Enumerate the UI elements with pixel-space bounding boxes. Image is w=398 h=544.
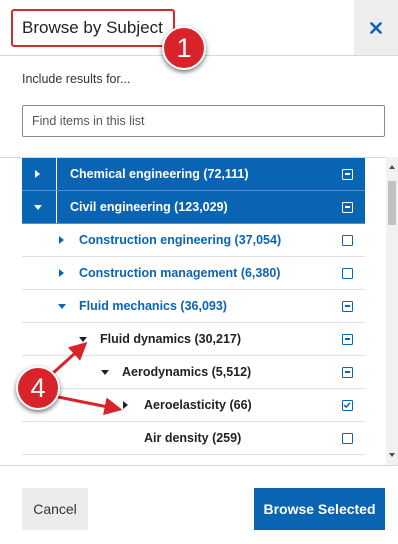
scroll-up-arrow-icon[interactable] xyxy=(389,165,395,169)
scroll-thumb[interactable] xyxy=(388,181,396,225)
tree-row[interactable]: Air density (259) xyxy=(22,422,365,455)
scroll-down-arrow-icon[interactable] xyxy=(389,453,395,457)
subject-tree: Chemical engineering (72,111) Civil engin… xyxy=(0,157,398,465)
unchecked-checkbox[interactable] xyxy=(342,235,353,246)
annotation-badge-4: 4 xyxy=(16,366,60,410)
title-highlight-box: Browse by Subject xyxy=(11,9,175,47)
find-items-input[interactable] xyxy=(22,105,385,137)
browse-selected-button[interactable]: Browse Selected xyxy=(254,488,385,530)
caret-down-icon[interactable] xyxy=(58,304,66,309)
partial-checkbox[interactable] xyxy=(342,367,353,378)
unchecked-checkbox[interactable] xyxy=(342,433,353,444)
minus-icon xyxy=(344,305,350,307)
tree-row[interactable]: Aeroelasticity (66) xyxy=(22,389,365,422)
partial-checkbox[interactable] xyxy=(342,169,353,180)
tree-row[interactable]: Construction management (6,380) xyxy=(22,257,365,290)
tree-row-label[interactable]: Aerodynamics (5,512) xyxy=(122,365,251,379)
close-icon xyxy=(370,21,382,34)
caret-right-icon[interactable] xyxy=(59,236,64,244)
tree-row-label[interactable]: Air density (259) xyxy=(144,431,241,445)
tree-row[interactable]: Construction engineering (37,054) xyxy=(22,224,365,257)
include-results-label: Include results for... xyxy=(22,72,131,86)
tree-row-label[interactable]: Construction management (6,380) xyxy=(79,266,280,280)
dialog-title: Browse by Subject xyxy=(22,18,163,37)
unchecked-checkbox[interactable] xyxy=(342,268,353,279)
minus-icon xyxy=(344,173,350,175)
partial-checkbox[interactable] xyxy=(342,334,353,345)
tree-row[interactable]: Aerodynamics (5,512) xyxy=(22,356,365,389)
caret-down-icon[interactable] xyxy=(34,205,42,210)
tree-row-label[interactable]: Chemical engineering (72,111) xyxy=(70,167,249,181)
partial-checkbox[interactable] xyxy=(342,301,353,312)
tree-row[interactable]: Fluid mechanics (36,093) xyxy=(22,290,365,323)
minus-icon xyxy=(344,206,350,208)
subject-tree-list: Chemical engineering (72,111) Civil engin… xyxy=(22,158,365,455)
checkmark-icon xyxy=(343,402,351,409)
cancel-button[interactable]: Cancel xyxy=(22,488,88,530)
caret-right-icon[interactable] xyxy=(35,170,40,178)
tree-row-label[interactable]: Fluid mechanics (36,093) xyxy=(79,299,227,313)
tree-row[interactable]: Fluid dynamics (30,217) xyxy=(22,323,365,356)
annotation-badge-1: 1 xyxy=(162,26,206,70)
minus-icon xyxy=(344,371,350,373)
tree-scrollbar[interactable] xyxy=(386,157,398,465)
caret-down-icon[interactable] xyxy=(79,337,87,342)
caret-down-icon[interactable] xyxy=(101,370,109,375)
tree-row-label[interactable]: Fluid dynamics (30,217) xyxy=(100,332,241,346)
tree-row-label[interactable]: Construction engineering (37,054) xyxy=(79,233,281,247)
tree-row[interactable]: Chemical engineering (72,111) xyxy=(22,158,365,191)
partial-checkbox[interactable] xyxy=(342,202,353,213)
tree-row-label[interactable]: Civil engineering (123,029) xyxy=(70,200,228,214)
minus-icon xyxy=(344,338,350,340)
close-button[interactable] xyxy=(354,0,398,55)
tree-row[interactable]: Civil engineering (123,029) xyxy=(22,191,365,224)
caret-right-icon[interactable] xyxy=(59,269,64,277)
tree-row-label[interactable]: Aeroelasticity (66) xyxy=(144,398,252,412)
checked-checkbox[interactable] xyxy=(342,400,353,411)
caret-right-icon[interactable] xyxy=(123,401,128,409)
dialog-footer: Cancel Browse Selected xyxy=(0,465,398,544)
